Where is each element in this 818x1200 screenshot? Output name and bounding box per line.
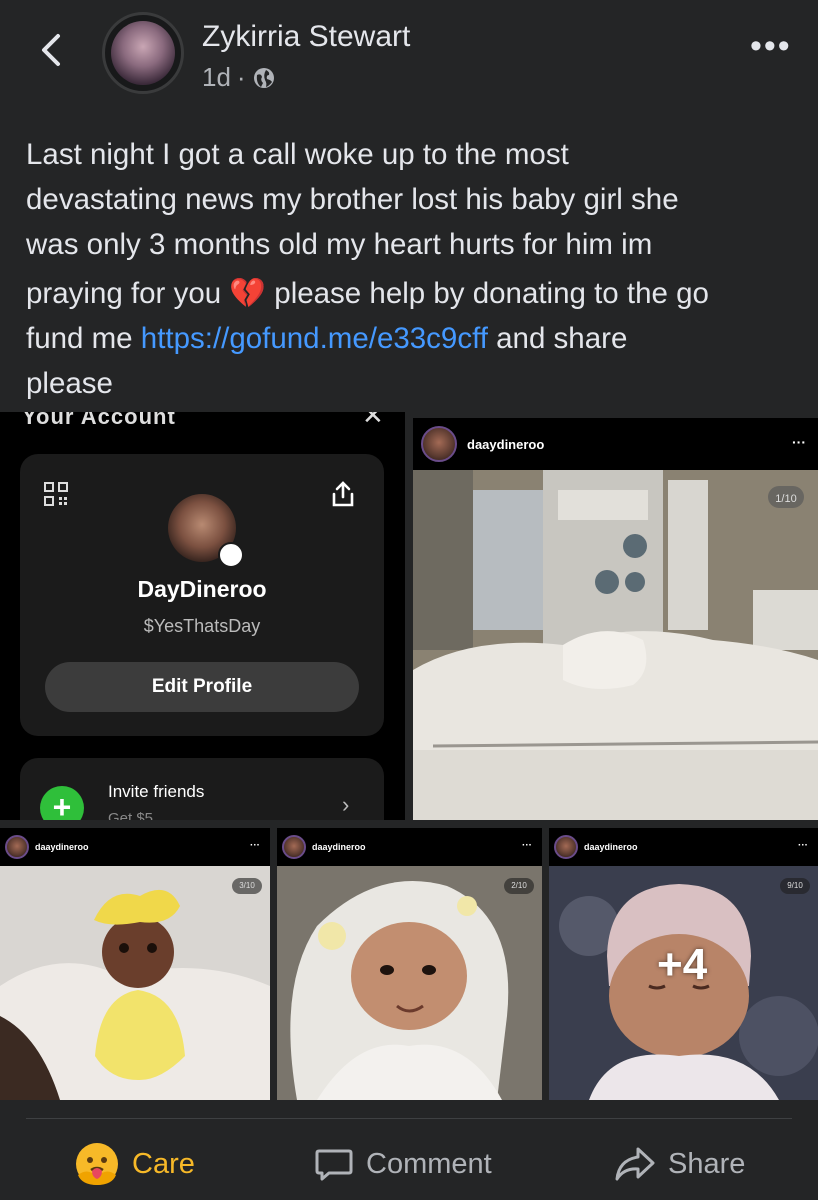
profile-card: DayDineroo $YesThatsDay Edit Profile <box>20 454 384 736</box>
care-button[interactable]: Care <box>74 1138 195 1190</box>
comment-icon <box>315 1149 353 1181</box>
photo-instagram-nicu[interactable]: daaydineroo ··· 1/10 <box>413 418 818 820</box>
invite-card: + Invite friends Get $5 › <box>20 758 384 820</box>
broken-heart-emoji: 💔 <box>229 277 267 310</box>
ig-header: daaydineroo ··· <box>277 828 542 866</box>
comment-button[interactable]: Comment <box>314 1138 492 1190</box>
ig-more-icon: ··· <box>798 840 808 851</box>
ig-avatar <box>282 835 306 859</box>
ig-more-icon: ··· <box>792 434 806 450</box>
ig-header: daaydineroo ··· <box>413 418 818 470</box>
post-line: was only 3 months old my heart hurts for… <box>26 228 653 261</box>
ig-username: daaydineroo <box>312 842 366 852</box>
chevron-right-icon: › <box>342 792 350 817</box>
more-photos-count[interactable]: +4 <box>657 940 707 990</box>
meta-separator: · <box>236 62 246 92</box>
care-emoji-icon <box>76 1143 118 1185</box>
invite-title: Invite friends <box>108 782 205 801</box>
share-upload-icon <box>332 481 354 507</box>
ig-photo-counter: 2/10 <box>504 878 534 894</box>
camera-icon <box>218 542 244 568</box>
ig-photo-counter: 9/10 <box>780 878 810 894</box>
ig-more-icon: ··· <box>522 840 532 851</box>
post-line: Last night I got a call woke up to the m… <box>26 138 569 171</box>
qr-code-icon <box>44 482 68 506</box>
ig-more-icon: ··· <box>250 840 260 851</box>
post-line: please <box>26 367 113 400</box>
author-avatar[interactable] <box>102 12 184 94</box>
ig-photo-counter: 3/10 <box>232 878 262 894</box>
plus-icon: + <box>40 786 84 820</box>
cashapp-display-name: DayDineroo <box>137 576 267 602</box>
post-line-part: please help by donating to the go <box>274 277 709 310</box>
ig-photo-counter: 1/10 <box>775 493 797 505</box>
photo-cashapp-profile[interactable]: Your Account ✕ DayDineroo $YesThatsDay E… <box>0 412 405 820</box>
ig-header: daaydineroo ··· <box>549 828 818 866</box>
post-time[interactable]: 1d <box>202 62 231 93</box>
share-arrow-icon <box>615 1147 655 1181</box>
cashtag: $YesThatsDay <box>143 616 261 636</box>
ig-avatar <box>5 835 29 859</box>
edit-profile-button: Edit Profile <box>45 662 359 712</box>
globe-icon <box>253 67 274 88</box>
ig-avatar <box>554 835 578 859</box>
share-button[interactable]: Share <box>614 1138 745 1190</box>
account-header: Your Account <box>22 412 176 429</box>
share-label: Share <box>668 1147 746 1180</box>
ig-avatar <box>421 426 457 462</box>
close-icon: ✕ <box>362 412 384 430</box>
back-arrow-icon[interactable] <box>36 30 66 70</box>
ig-username: daaydineroo <box>35 842 89 852</box>
post-line: devastating news my brother lost his bab… <box>26 183 679 216</box>
nicu-photo <box>413 470 818 820</box>
comment-label: Comment <box>366 1147 492 1180</box>
gofundme-link[interactable]: https://gofund.me/e33c9cff <box>141 322 488 355</box>
post-line-part: and share <box>496 322 628 355</box>
post-line-part: fund me <box>26 322 133 355</box>
photo-instagram-baby-1[interactable]: daaydineroo ··· 3/10 <box>0 828 270 1100</box>
baby-photo <box>0 866 270 1100</box>
ig-header: daaydineroo ··· <box>0 828 270 866</box>
post-line-part: praying for you <box>26 277 222 310</box>
invite-subtitle: Get $5 <box>108 810 154 820</box>
more-options-icon[interactable]: ••• <box>750 29 792 63</box>
photo-instagram-baby-2[interactable]: daaydineroo ··· 2/10 <box>277 828 542 1100</box>
author-name[interactable]: Zykirria Stewart <box>202 20 410 54</box>
post-text: Last night I got a call woke up to the m… <box>26 132 806 406</box>
ig-username: daaydineroo <box>467 436 545 452</box>
divider <box>26 1118 792 1119</box>
care-label: Care <box>132 1147 195 1180</box>
photo-instagram-baby-3[interactable]: daaydineroo ··· 9/10 +4 <box>549 828 818 1100</box>
post-line: fund me https://gofund.me/e33c9cff and s… <box>26 316 806 361</box>
post-line: praying for you 💔 please help by donatin… <box>26 271 806 316</box>
post-meta: 1d · <box>202 62 276 93</box>
baby-photo <box>277 866 542 1100</box>
ig-username: daaydineroo <box>584 842 638 852</box>
